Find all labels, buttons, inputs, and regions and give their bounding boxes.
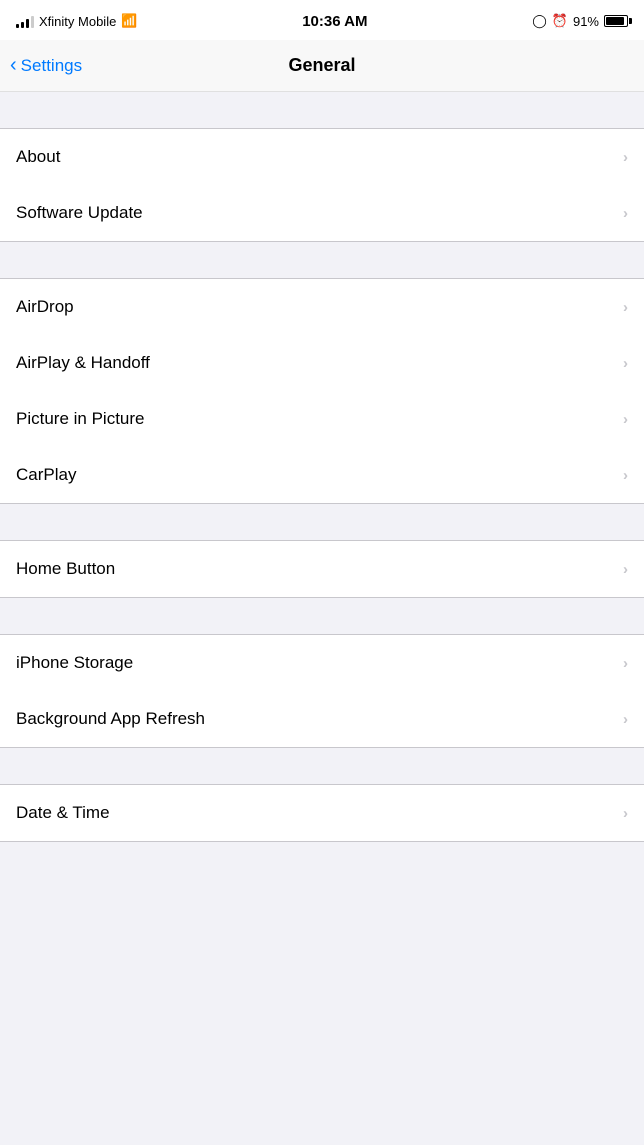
battery-fill <box>606 17 624 25</box>
background-app-refresh-label: Background App Refresh <box>16 709 205 729</box>
iphone-storage-label: iPhone Storage <box>16 653 133 673</box>
list-item-software-update[interactable]: Software Update › <box>0 185 644 241</box>
airdrop-label: AirDrop <box>16 297 74 317</box>
battery-percent: 91% <box>573 14 599 29</box>
list-item-airplay-handoff[interactable]: AirPlay & Handoff › <box>0 335 644 391</box>
spacer-top <box>0 92 644 128</box>
alarm-icon: ⏰ <box>552 13 568 29</box>
chevron-about: › <box>623 149 628 166</box>
section-4: iPhone Storage › Background App Refresh … <box>0 634 644 748</box>
chevron-home-button: › <box>623 561 628 578</box>
list-item-date-time[interactable]: Date & Time › <box>0 785 644 841</box>
status-time: 10:36 AM <box>302 13 367 30</box>
back-label: Settings <box>21 56 82 76</box>
list-item-carplay[interactable]: CarPlay › <box>0 447 644 503</box>
back-button[interactable]: ‹ Settings <box>10 55 82 77</box>
carplay-label: CarPlay <box>16 465 76 485</box>
carrier-label: Xfinity Mobile <box>39 14 116 29</box>
bar2 <box>21 22 24 28</box>
list-item-iphone-storage[interactable]: iPhone Storage › <box>0 635 644 691</box>
list-item-background-app-refresh[interactable]: Background App Refresh › <box>0 691 644 747</box>
section-3: Home Button › <box>0 540 644 598</box>
chevron-carplay: › <box>623 467 628 484</box>
chevron-date-time: › <box>623 805 628 822</box>
status-right: ◯ ⏰ 91% <box>532 13 628 29</box>
date-time-label: Date & Time <box>16 803 110 823</box>
list-item-airdrop[interactable]: AirDrop › <box>0 279 644 335</box>
picture-in-picture-label: Picture in Picture <box>16 409 145 429</box>
spacer-4 <box>0 598 644 634</box>
spacer-2 <box>0 242 644 278</box>
nav-bar: ‹ Settings General <box>0 40 644 92</box>
software-update-label: Software Update <box>16 203 143 223</box>
airplay-handoff-label: AirPlay & Handoff <box>16 353 150 373</box>
chevron-background-app-refresh: › <box>623 711 628 728</box>
screen-record-icon: ◯ <box>532 13 547 29</box>
about-label: About <box>16 147 60 167</box>
home-button-label: Home Button <box>16 559 115 579</box>
spacer-5 <box>0 748 644 784</box>
list-item-home-button[interactable]: Home Button › <box>0 541 644 597</box>
battery-icon <box>604 15 628 27</box>
wifi-icon: 📶 <box>121 13 137 29</box>
back-chevron-icon: ‹ <box>10 54 17 77</box>
chevron-airplay-handoff: › <box>623 355 628 372</box>
section-2: AirDrop › AirPlay & Handoff › Picture in… <box>0 278 644 504</box>
section-5: Date & Time › <box>0 784 644 842</box>
page-title: General <box>288 55 355 76</box>
section-1: About › Software Update › <box>0 128 644 242</box>
chevron-iphone-storage: › <box>623 655 628 672</box>
chevron-picture-in-picture: › <box>623 411 628 428</box>
signal-bars <box>16 14 34 28</box>
status-bar: Xfinity Mobile 📶 10:36 AM ◯ ⏰ 91% <box>0 0 644 40</box>
chevron-software-update: › <box>623 205 628 222</box>
bar1 <box>16 24 19 28</box>
list-item-about[interactable]: About › <box>0 129 644 185</box>
chevron-airdrop: › <box>623 299 628 316</box>
status-left: Xfinity Mobile 📶 <box>16 13 138 29</box>
bar3 <box>26 19 29 28</box>
list-item-picture-in-picture[interactable]: Picture in Picture › <box>0 391 644 447</box>
bar4 <box>31 16 34 28</box>
spacer-3 <box>0 504 644 540</box>
